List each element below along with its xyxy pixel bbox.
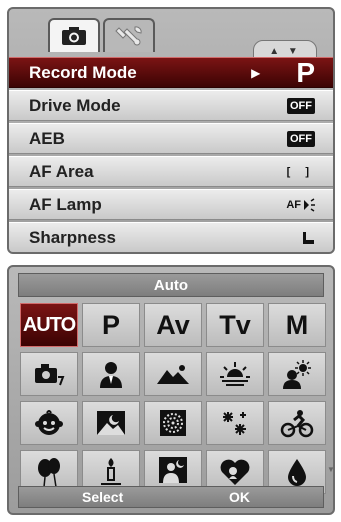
mode-footer: Select OK: [18, 486, 324, 508]
sharpness-icon: [303, 231, 314, 244]
mode-sports[interactable]: [268, 401, 326, 445]
mode-scene-camera[interactable]: [20, 352, 78, 396]
mode-program[interactable]: P: [82, 303, 140, 347]
tab-camera[interactable]: [48, 18, 100, 52]
tab-setup[interactable]: [103, 18, 155, 52]
scene-mode-panel: Auto AUTO P Av Tv M ▼ Select OK: [7, 265, 335, 515]
camera-icon: [62, 27, 86, 45]
sunset-icon: [220, 362, 250, 386]
menu-item-record-mode[interactable]: Record Mode ▶ P: [9, 57, 333, 88]
sports-icon: [280, 410, 314, 438]
record-mode-value: P: [296, 56, 315, 88]
landscape-icon: [157, 365, 189, 384]
mode-backlight[interactable]: [268, 352, 326, 396]
mode-fireworks[interactable]: [144, 401, 202, 445]
menu-item-aeb[interactable]: AEB OFF: [9, 123, 333, 154]
wrench-icon: [115, 26, 142, 46]
ok-hint[interactable]: OK: [229, 489, 250, 505]
menu-list: Record Mode ▶ P Drive Mode OFF AEB OFF A…: [9, 57, 333, 252]
af-lamp-icon: AF: [286, 197, 315, 212]
soft-skin-icon: [220, 459, 250, 485]
night-scene-icon: [97, 411, 125, 435]
mode-aperture[interactable]: Av: [144, 303, 202, 347]
scene-camera-icon: [35, 364, 65, 386]
mode-landscape[interactable]: [144, 352, 202, 396]
mode-portrait[interactable]: [82, 352, 140, 396]
backlight-icon: [283, 360, 311, 389]
menu-item-label: Sharpness: [29, 227, 116, 247]
fireworks-icon: [160, 410, 186, 436]
camera-menu-panel: ▲ ▼ Record Mode ▶ P Drive Mode OFF AEB O…: [7, 7, 335, 254]
water-icon: [288, 459, 306, 486]
drive-mode-value: OFF: [287, 97, 315, 114]
candlelight-icon: [99, 458, 123, 488]
aeb-value: OFF: [287, 130, 315, 147]
menu-item-af-lamp[interactable]: AF Lamp AF: [9, 189, 333, 220]
mode-shutter[interactable]: Tv: [206, 303, 264, 347]
portrait-icon: [100, 362, 122, 388]
mode-sunset[interactable]: [206, 352, 264, 396]
mode-night-scene[interactable]: [82, 401, 140, 445]
menu-item-label: AEB: [29, 128, 65, 148]
snow-icon: [223, 412, 246, 435]
select-hint[interactable]: Select: [82, 489, 123, 505]
mode-snow[interactable]: [206, 401, 264, 445]
menu-item-label: Record Mode: [29, 62, 137, 82]
lamp-rays-icon: [304, 197, 315, 212]
chevron-right-icon: ▶: [251, 65, 261, 80]
mode-grid: AUTO P Av Tv M: [20, 303, 330, 494]
menu-item-label: Drive Mode: [29, 95, 121, 115]
mode-title: Auto: [18, 273, 324, 297]
menu-item-label: AF Area: [29, 161, 94, 181]
menu-item-label: AF Lamp: [29, 194, 102, 214]
party-icon: [38, 458, 60, 488]
mode-kids[interactable]: [20, 401, 78, 445]
menu-item-drive-mode[interactable]: Drive Mode OFF: [9, 90, 333, 121]
grid-scroll-indicator: ▼: [327, 465, 335, 474]
mode-auto[interactable]: AUTO: [20, 303, 78, 347]
menu-item-af-area[interactable]: AF Area [ ]: [9, 156, 333, 187]
menu-item-sharpness[interactable]: Sharpness: [9, 222, 333, 252]
af-area-icon: [ ]: [286, 165, 315, 178]
kids-icon: [35, 410, 63, 435]
night-portrait-icon: [159, 457, 187, 489]
mode-manual[interactable]: M: [268, 303, 326, 347]
